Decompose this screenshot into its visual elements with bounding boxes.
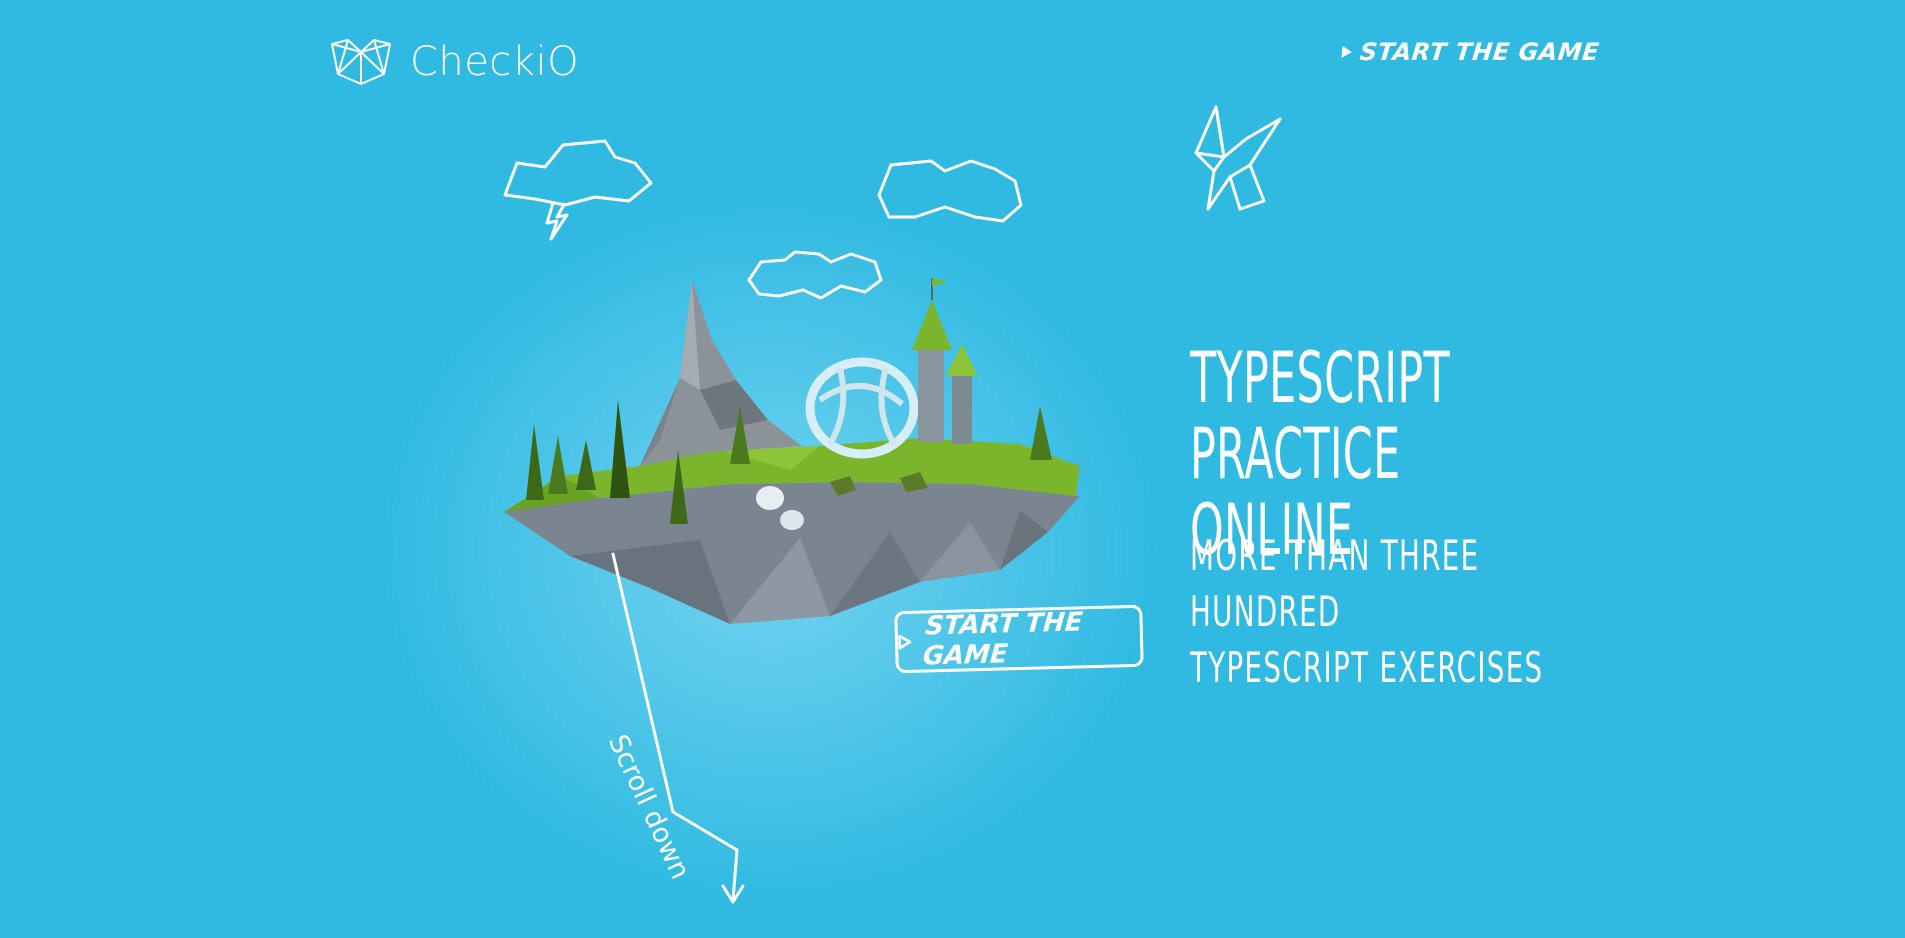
logo-link[interactable]: CheckiO	[330, 38, 579, 86]
hero-subtitle: MORE THAN THREE HUNDRED TYPESCRIPT EXERC…	[1190, 528, 1560, 696]
hero-subtitle-line: MORE THAN THREE HUNDRED	[1190, 531, 1480, 636]
brand-name: CheckiO	[410, 39, 580, 85]
checkio-logo-icon	[331, 39, 391, 85]
start-game-button[interactable]: START THE GAME	[894, 604, 1144, 674]
floating-island-illustration	[504, 278, 1080, 624]
hero-title-line: TYPESCRIPT PRACTICE	[1190, 337, 1451, 495]
play-icon	[898, 634, 912, 650]
play-icon	[1341, 46, 1353, 58]
start-game-label: START THE GAME	[921, 607, 1084, 672]
header-start-link[interactable]: START THE GAME	[1341, 38, 1601, 66]
storm-cloud-icon	[503, 139, 653, 241]
hero-subtitle-line: TYPESCRIPT EXERCISES	[1190, 643, 1544, 692]
header-start-label: START THE GAME	[1358, 38, 1601, 66]
cloud-icon	[877, 159, 1023, 223]
origami-bird-icon	[1194, 105, 1282, 211]
